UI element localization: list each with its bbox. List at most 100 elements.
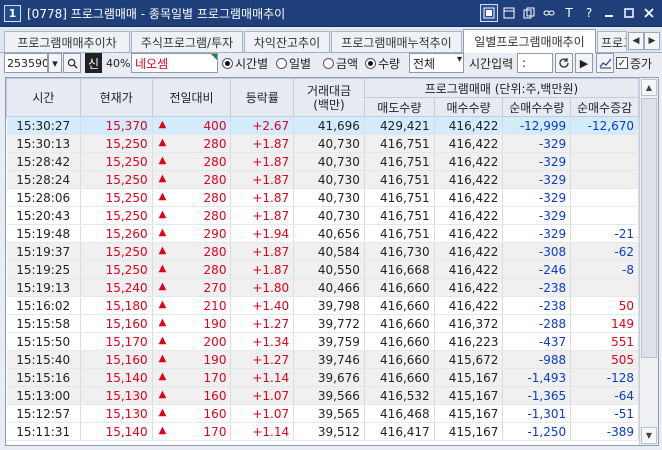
link-icon[interactable] xyxy=(540,4,558,22)
titlebar-icons: T ? xyxy=(480,4,658,22)
table-row[interactable]: 15:12:57 15,130 ▲ 160 +1.07 39,565 416,468 415,… xyxy=(6,404,639,423)
tab-scroll-left-icon[interactable]: ◀ xyxy=(628,32,644,50)
table-row[interactable]: 15:11:31 15,140 ▲ 170 +1.14 39,512 416,417 415,… xyxy=(6,422,639,441)
cell-turnover: 39,772 xyxy=(293,314,365,333)
cell-buy-qty: 415,167 xyxy=(434,422,504,441)
close-icon[interactable] xyxy=(640,4,658,22)
header-time[interactable]: 시간 xyxy=(6,78,81,117)
chevron-down-icon: ▾ xyxy=(456,54,462,65)
table-row[interactable]: 15:15:40 15,160 ▲ 190 +1.27 39,746 416,660 415,… xyxy=(6,350,639,369)
header-net-change[interactable]: 순매수증감 xyxy=(570,97,639,117)
cell-sell-qty: 416,751 xyxy=(364,224,435,243)
time-input[interactable]: : xyxy=(517,53,553,73)
table-row[interactable]: 15:28:06 15,250 ▲ 280 +1.87 40,730 416,751 416,… xyxy=(6,188,639,207)
header-sell-qty[interactable]: 매도수량 xyxy=(363,97,435,117)
window-number-badge[interactable]: 1 xyxy=(4,4,21,22)
cell-net-change: -8 xyxy=(570,260,639,279)
next-page-icon[interactable]: ▶ xyxy=(575,53,593,73)
cell-turnover: 39,676 xyxy=(293,368,365,387)
table-row[interactable]: 15:15:58 15,160 ▲ 190 +1.27 39,772 416,660 416,… xyxy=(6,314,639,333)
cell-time: 15:15:16 xyxy=(6,368,81,387)
cell-time: 15:15:50 xyxy=(6,332,81,351)
table-row[interactable]: 15:15:16 15,140 ▲ 170 +1.14 39,676 416,660 415,… xyxy=(6,368,639,387)
header-turnover[interactable]: 거래대금 (백만) xyxy=(293,78,365,117)
maximize-icon[interactable] xyxy=(620,4,638,22)
table-row[interactable]: 15:28:24 15,250 ▲ 280 +1.87 40,730 416,751 416,… xyxy=(6,170,639,189)
minimize-icon[interactable] xyxy=(600,4,618,22)
cell-turnover: 40,466 xyxy=(293,278,365,297)
cell-time: 15:13:00 xyxy=(6,386,81,405)
cell-time: 15:16:02 xyxy=(6,296,81,315)
restore-icon[interactable] xyxy=(480,4,498,22)
vertical-scrollbar[interactable]: ▲ ▼ xyxy=(639,78,658,445)
tab-arbitrage-balance[interactable]: 차익잔고추이 xyxy=(244,31,330,52)
scroll-down-icon[interactable]: ▼ xyxy=(641,427,657,444)
font-icon[interactable]: T xyxy=(560,4,578,22)
table-row[interactable]: 15:30:27 15,370 ▲ 400 +2.67 41,696 429,421 416,… xyxy=(6,116,639,135)
cell-net-change: -21 xyxy=(570,224,639,243)
cell-sell-qty: 416,751 xyxy=(364,188,435,207)
tab-program-cumulative[interactable]: 프로그램매매누적추이 xyxy=(331,31,462,52)
cell-turnover: 39,746 xyxy=(293,350,365,369)
cell-change: ▲ 170 xyxy=(152,422,232,441)
change-value: 280 xyxy=(203,172,227,187)
cell-net-qty: -329 xyxy=(502,152,572,171)
cell-time: 15:30:13 xyxy=(6,134,81,153)
cell-rate: +1.87 xyxy=(230,134,295,153)
cell-net-change: 505 xyxy=(570,350,639,369)
window-titlebar: 1 [0778] 프로그램매매 - 종목일별 프로그램매매추이 T ? xyxy=(0,0,662,27)
cell-change: ▲ 280 xyxy=(152,152,232,171)
window-icon[interactable] xyxy=(500,4,518,22)
table-row[interactable]: 15:19:48 15,260 ▲ 290 +1.94 40,656 416,751 416,… xyxy=(6,224,639,243)
radio-time[interactable]: 시간별 xyxy=(222,54,268,72)
refresh-icon[interactable] xyxy=(555,53,573,73)
header-rate[interactable]: 등락률 xyxy=(230,78,295,117)
radio-day[interactable]: 일별 xyxy=(276,54,311,72)
table-row[interactable]: 15:15:50 15,170 ▲ 200 +1.34 39,759 416,660 416,… xyxy=(6,332,639,351)
up-arrow-icon: ▲ xyxy=(158,262,167,274)
table-row[interactable]: 15:20:43 15,250 ▲ 280 +1.87 40,730 416,751 416,… xyxy=(6,206,639,225)
cell-net-qty: -288 xyxy=(502,314,572,333)
header-buy-qty[interactable]: 매수수량 xyxy=(433,97,504,117)
stock-code-input[interactable]: 253590 xyxy=(4,53,48,73)
header-price[interactable]: 현재가 xyxy=(79,78,153,117)
tab-program-more[interactable]: 프로그 xyxy=(597,31,627,52)
cell-turnover: 39,759 xyxy=(293,332,365,351)
radio-qty[interactable]: 수량 xyxy=(365,54,400,72)
header-net-qty[interactable]: 순매수수량 xyxy=(502,97,572,117)
help-icon[interactable]: ? xyxy=(580,4,598,22)
radio-amount[interactable]: 금액 xyxy=(323,54,358,72)
change-value: 280 xyxy=(203,190,227,205)
stock-code-dropdown-icon[interactable]: ▾ xyxy=(48,53,62,73)
table-row[interactable]: 15:28:42 15,250 ▲ 280 +1.87 40,730 416,751 416,… xyxy=(6,152,639,171)
table-row[interactable]: 15:19:25 15,250 ▲ 280 +1.87 40,550 416,668 416,… xyxy=(6,260,639,279)
table-row[interactable]: 15:19:37 15,250 ▲ 280 +1.87 40,584 416,730 416,… xyxy=(6,242,639,261)
cell-change: ▲ 190 xyxy=(152,350,232,369)
stock-name: 네오셈 xyxy=(135,56,169,71)
cell-rate: +1.87 xyxy=(230,188,295,207)
cell-price: 15,250 xyxy=(80,260,153,279)
tab-stock-program-investor[interactable]: 주식프로그램/투자 xyxy=(131,31,243,52)
header-change[interactable]: 전일대비 xyxy=(151,78,232,117)
scroll-thumb[interactable] xyxy=(641,98,657,358)
increase-checkbox[interactable]: ✓ 증가 xyxy=(616,54,652,72)
scroll-up-icon[interactable]: ▲ xyxy=(641,79,657,96)
table-row[interactable]: 15:13:00 15,130 ▲ 160 +1.07 39,566 416,532 415,… xyxy=(6,386,639,405)
table-row[interactable]: 15:16:02 15,180 ▲ 210 +1.40 39,798 416,660 416,… xyxy=(6,296,639,315)
cell-net-change xyxy=(570,206,639,225)
tab-program-trend-chart[interactable]: 프로그램매매추이차 xyxy=(4,31,130,52)
cell-buy-qty: 416,422 xyxy=(434,134,504,153)
tab-daily-program-trend[interactable]: 일별프로그램매매추이 xyxy=(463,29,596,53)
cell-sell-qty: 416,751 xyxy=(364,152,435,171)
cell-buy-qty: 415,672 xyxy=(434,350,504,369)
cell-rate: +1.27 xyxy=(230,314,295,333)
table-row[interactable]: 15:19:13 15,240 ▲ 270 +1.80 40,466 416,660 416,… xyxy=(6,278,639,297)
table-row[interactable]: 15:30:13 15,250 ▲ 280 +1.87 40,730 416,751 416,… xyxy=(6,134,639,153)
up-arrow-icon: ▲ xyxy=(158,154,167,166)
filter-select[interactable]: 전체 ▾ xyxy=(409,53,464,73)
tab-scroll-arrows: ◀ ▶ xyxy=(628,32,660,50)
search-icon[interactable] xyxy=(63,53,81,73)
tab-scroll-right-icon[interactable]: ▶ xyxy=(644,32,660,50)
copy-icon[interactable] xyxy=(520,4,538,22)
chart-icon[interactable] xyxy=(596,53,614,73)
